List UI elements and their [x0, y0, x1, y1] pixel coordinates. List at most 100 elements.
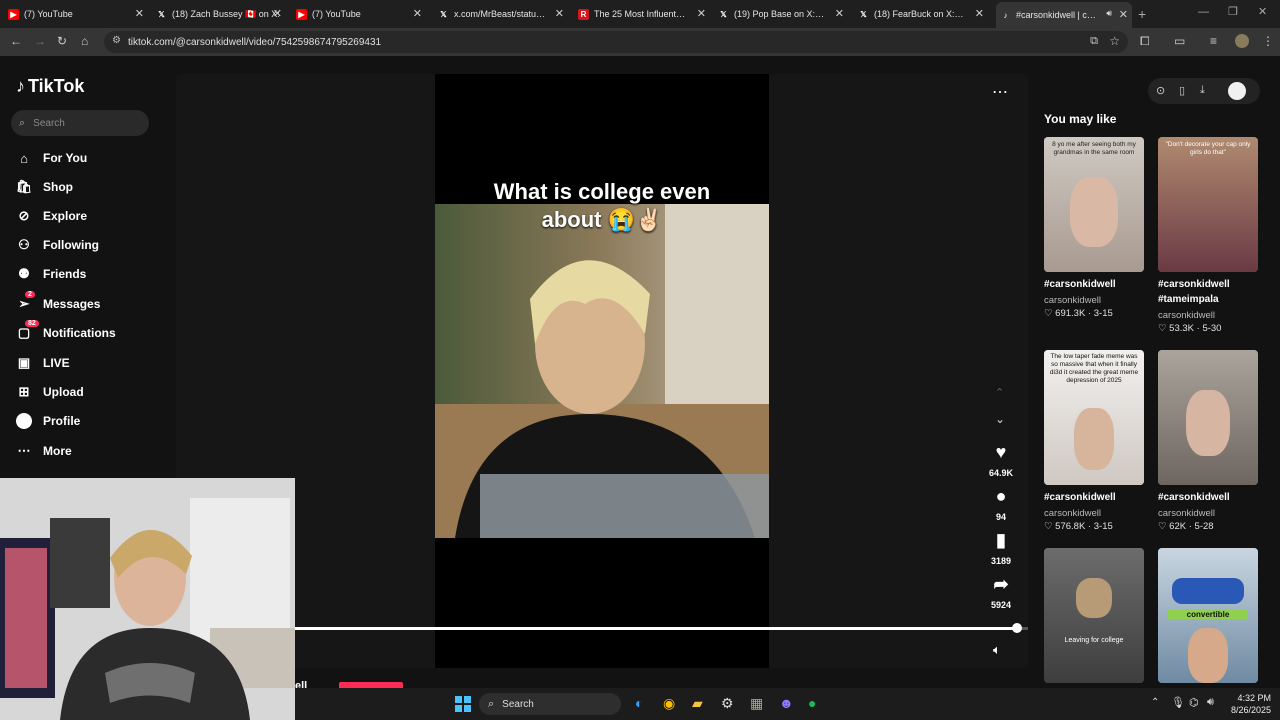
volume-icon[interactable]: 🔈︎ — [993, 642, 1001, 658]
recommended-video-hashtag[interactable]: #carsonkidwell — [1158, 492, 1230, 503]
sidebar-item-more[interactable]: ⋯ More — [16, 443, 72, 459]
video-player[interactable]: What is college even about 😭✌🏻 — [435, 74, 769, 668]
recommended-video-user[interactable]: carsonkidwell — [1158, 508, 1215, 519]
sidebar-item-for-you[interactable]: ⌂ For You — [16, 150, 87, 166]
address-bar[interactable]: ⚙ tiktok.com/@carsonkidwell/video/754259… — [104, 31, 1128, 53]
more-options-icon[interactable]: ⋯ — [992, 82, 1008, 102]
browser-tab-active[interactable]: ♪ #carsonkidwell | colle 🔊︎ ✕ — [996, 2, 1132, 28]
file-explorer-icon[interactable]: ▰ — [692, 695, 703, 712]
sidebar-item-live[interactable]: ▣ LIVE — [16, 355, 70, 371]
recommended-video-hashtag[interactable]: #carsonkidwell — [1044, 279, 1116, 290]
network-icon[interactable]: ⌬ — [1189, 696, 1199, 709]
install-app-icon[interactable]: ⧉ — [1090, 35, 1098, 48]
share-button[interactable]: ➦ 5924 — [985, 574, 1017, 610]
windows-start-icon[interactable] — [455, 696, 471, 712]
discord-icon[interactable]: ☻ — [779, 695, 794, 711]
browser-tab[interactable]: ▶ (7) YouTube ✕ — [8, 4, 148, 24]
menu-kebab-icon[interactable]: ⋮ — [1262, 34, 1274, 48]
recommended-video-hashtag[interactable]: #carsonkidwell — [1044, 492, 1116, 503]
back-icon[interactable]: ← — [10, 34, 22, 48]
window-close-icon[interactable]: ✕ — [1258, 5, 1267, 18]
bookmark-star-icon[interactable]: ☆ — [1109, 34, 1120, 48]
browser-tab[interactable]: 𝕏 x.com/MrBeast/status/19 ✕ — [438, 4, 568, 24]
taskbar-clock[interactable]: 4:32 PM 8/26/2025 — [1225, 692, 1271, 716]
sidebar-item-explore[interactable]: ⊘ Explore — [16, 208, 87, 224]
spotify-icon[interactable]: ● — [808, 695, 816, 711]
video-progress-bar[interactable] — [295, 623, 1028, 633]
new-tab-icon[interactable]: + — [1138, 6, 1146, 22]
messages-badge: 2 — [25, 291, 35, 298]
close-icon[interactable]: ✕ — [273, 7, 282, 20]
app-icon[interactable]: ▦ — [750, 695, 763, 712]
media-icon[interactable]: ≡ — [1210, 34, 1217, 48]
sidebar-item-shop[interactable]: 🛍︎ Shop — [16, 179, 73, 195]
chrome-icon[interactable]: ◉ — [663, 695, 675, 712]
recommended-video-thumbnail[interactable]: "Don't decorate your cap only girls do t… — [1158, 137, 1258, 272]
close-icon[interactable]: ✕ — [413, 7, 422, 20]
recommended-video-user[interactable]: carsonkidwell — [1044, 295, 1101, 306]
restore-icon[interactable]: ❐ — [1228, 5, 1238, 18]
recommended-video-thumbnail[interactable] — [1158, 350, 1258, 485]
edge-icon[interactable]: ◐ — [635, 695, 643, 711]
sidebar-item-messages[interactable]: ➢ 2 Messages — [16, 291, 100, 312]
browser-tab[interactable]: 𝕏 (19) Pop Base on X: "Spoti ✕ — [718, 4, 848, 24]
minimize-icon[interactable]: — — [1198, 6, 1209, 18]
speaker-icon[interactable]: 🔊︎ — [1106, 8, 1112, 19]
recommended-video-stats: ♡ 691.3K · 3-15 — [1044, 308, 1113, 319]
sidebar-item-following[interactable]: ⚇ Following — [16, 237, 99, 253]
recommended-video-user[interactable]: carsonkidwell — [1044, 508, 1101, 519]
thumbnail-overlay-text: convertible — [1168, 610, 1248, 619]
recommended-video-hashtag[interactable]: #carsonkidwell — [1158, 279, 1230, 290]
browser-tab[interactable]: R The 25 Most Influential Sc ✕ — [578, 4, 710, 24]
sidebar-item-notifications[interactable]: ▢ 82 Notifications — [16, 320, 116, 341]
home-icon[interactable]: ⌂ — [81, 34, 88, 48]
save-button[interactable]: ▮ 3189 — [985, 530, 1017, 566]
close-icon[interactable]: ✕ — [555, 7, 564, 20]
progress-scrubber[interactable] — [1012, 623, 1022, 633]
following-icon: ⚇ — [18, 237, 30, 252]
sidebar-icon[interactable]: ▭ — [1174, 34, 1185, 48]
sidebar-item-upload[interactable]: ⊞ Upload — [16, 384, 84, 400]
sidebar-item-friends[interactable]: ⚉ Friends — [16, 266, 86, 282]
tray-overflow-icon[interactable]: ⌃ — [1151, 697, 1159, 708]
close-icon[interactable]: ✕ — [975, 7, 984, 20]
close-icon[interactable]: ✕ — [697, 7, 706, 20]
coin-icon[interactable]: ⊙ — [1156, 84, 1165, 97]
next-video-icon[interactable]: ⌄ — [995, 412, 1005, 426]
download-icon[interactable]: ⤓ — [1200, 84, 1205, 97]
like-button[interactable]: ♥ 64.9K — [985, 442, 1017, 478]
previous-video-icon[interactable]: ⌃ — [995, 386, 1004, 399]
site-info-icon[interactable]: ⚙ — [112, 35, 121, 46]
sidebar-item-profile[interactable]: Profile — [16, 413, 80, 429]
recommended-video-thumbnail[interactable]: 8 yo me after seeing both my grandmas in… — [1044, 137, 1144, 272]
extensions-icon[interactable]: ⧠ — [1140, 34, 1150, 49]
close-icon[interactable]: ✕ — [1119, 8, 1128, 21]
browser-tab[interactable]: 𝕏 (18) Zach Bussey 🇨🇦 on X: ✕ — [156, 4, 286, 24]
recommended-video-thumbnail[interactable]: convertible — [1158, 548, 1258, 683]
forward-icon[interactable]: → — [34, 34, 46, 48]
search-input[interactable]: ⌕ Search — [11, 110, 149, 136]
profile-avatar-icon[interactable] — [1235, 34, 1249, 48]
sidebar-item-label: LIVE — [43, 356, 70, 370]
recommended-video-user[interactable]: carsonkidwell — [1158, 310, 1215, 321]
recommended-video-hashtag[interactable]: #tameimpala — [1158, 294, 1219, 305]
device-icon[interactable]: ▯ — [1179, 84, 1185, 97]
tab-title: The 25 Most Influential Sc — [594, 9, 686, 19]
sidebar-item-label: Profile — [43, 414, 81, 428]
settings-icon[interactable]: ⚙ — [721, 695, 734, 712]
browser-tab[interactable]: 𝕏 (18) FearBuck on X: "Ramp ✕ — [858, 4, 988, 24]
shop-bag-icon: 🛍︎ — [15, 179, 33, 194]
browser-tab[interactable]: ▶ (7) YouTube ✕ — [296, 4, 426, 24]
recommended-video-thumbnail[interactable]: Leaving for college — [1044, 548, 1144, 683]
like-count: 62K — [1169, 521, 1187, 532]
comment-button[interactable]: ● 94 — [985, 486, 1017, 522]
taskbar-search[interactable]: ⌕ Search — [479, 693, 621, 715]
reload-icon[interactable]: ↻ — [57, 34, 67, 48]
close-icon[interactable]: ✕ — [135, 7, 144, 20]
tiktok-logo[interactable]: ♪ TikTok — [16, 76, 84, 97]
speaker-icon[interactable]: 🔊︎ — [1207, 696, 1214, 709]
close-icon[interactable]: ✕ — [835, 7, 844, 20]
user-avatar[interactable] — [1228, 82, 1246, 100]
recommended-video-thumbnail[interactable]: The low taper fade meme was so massive t… — [1044, 350, 1144, 485]
microphone-icon[interactable]: 🎙︎ — [1171, 696, 1185, 709]
